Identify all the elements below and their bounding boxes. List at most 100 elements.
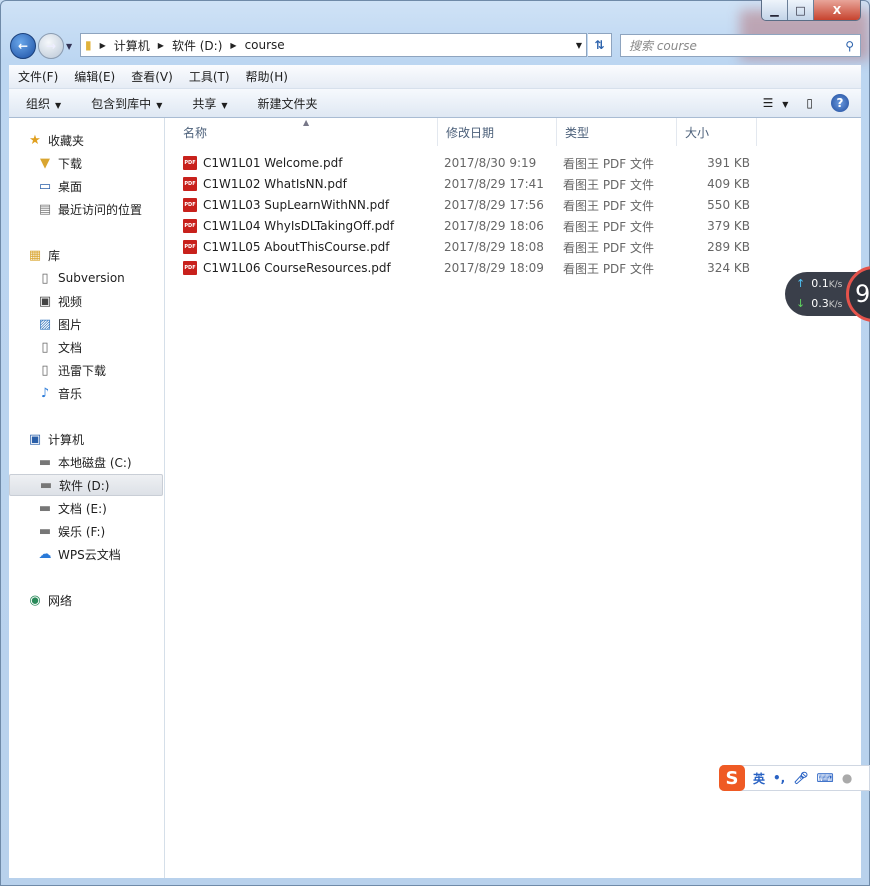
download-unit: K/s	[828, 300, 843, 310]
sidebar-item-label: 视频	[58, 294, 83, 309]
sidebar-item[interactable]: ▦ 库	[9, 244, 163, 266]
pdf-file-icon: PDF	[183, 156, 197, 170]
file-size: 379 KB	[707, 219, 750, 233]
network-icon: ◉	[29, 592, 41, 608]
file-row[interactable]: PDF C1W1L06 CourseResources.pdf 2017/8/29 …	[183, 258, 763, 278]
sidebar-item[interactable]: ◉ 网络	[9, 589, 163, 611]
breadcrumb-drive[interactable]: 软件 (D:)	[172, 37, 222, 54]
sidebar-item-label: 音乐	[58, 386, 83, 401]
share-button[interactable]: 共享 ▼	[192, 95, 227, 112]
menu-file[interactable]: 文件(F)	[18, 68, 58, 85]
close-button[interactable]: X	[814, 0, 860, 20]
breadcrumb-separator[interactable]: ▶	[230, 41, 236, 50]
file-row[interactable]: PDF C1W1L03 SupLearnWithNN.pdf 2017/8/29 1…	[183, 195, 763, 215]
column-header-size[interactable]: 大小	[677, 118, 757, 146]
sidebar-item[interactable]: ▬ 文档 (E:)	[9, 497, 163, 519]
document-icon: ▯	[41, 362, 49, 378]
sidebar-item[interactable]: ▬ 娱乐 (F:)	[9, 520, 163, 542]
help-button[interactable]: ?	[831, 94, 849, 112]
file-date: 2017/8/29 17:56	[444, 198, 544, 212]
file-date: 2017/8/29 18:06	[444, 219, 544, 233]
forward-button[interactable]: →	[38, 33, 64, 59]
sidebar-item-label: 文档	[58, 340, 83, 355]
column-header-name[interactable]: 名称	[175, 118, 438, 146]
drive-icon: ▬	[38, 523, 52, 539]
cloud-icon: ☁	[38, 546, 52, 562]
drive-icon: ▬	[38, 454, 52, 470]
sidebar-item[interactable]: ▬ 软件 (D:)	[9, 474, 163, 496]
sidebar-item-label: 迅雷下载	[58, 363, 107, 378]
sidebar-item-label: 计算机	[48, 432, 85, 447]
search-input[interactable]: 搜索 course ⚲	[620, 34, 861, 57]
recent-icon: ▤	[38, 201, 52, 217]
file-size: 324 KB	[707, 261, 750, 275]
sidebar-item[interactable]: ▤ 最近访问的位置	[9, 198, 163, 220]
file-type: 看图王 PDF 文件	[563, 198, 655, 213]
sidebar-item[interactable]: ▨ 图片	[9, 313, 163, 335]
recent-pages-dropdown[interactable]: ▼	[66, 42, 72, 51]
maximize-button[interactable]: □	[788, 0, 814, 20]
sidebar-item[interactable]: ▣ 视频	[9, 290, 163, 312]
file-size: 391 KB	[707, 156, 750, 170]
search-placeholder: 搜索 course	[629, 39, 697, 53]
picture-icon: ▨	[38, 316, 52, 332]
search-icon[interactable]: ⚲	[845, 39, 854, 53]
breadcrumb-separator[interactable]: ▶	[100, 41, 106, 50]
file-size: 289 KB	[707, 240, 750, 254]
sidebar-item[interactable]: ☁ WPS云文档	[9, 543, 163, 565]
sidebar-item[interactable]: ♪ 音乐	[9, 382, 163, 404]
sidebar-item-label: 图片	[58, 317, 83, 332]
sidebar-item[interactable]: ▣ 计算机	[9, 428, 163, 450]
column-header-date[interactable]: 修改日期	[438, 118, 557, 146]
include-label: 包含到库中	[91, 96, 152, 111]
address-bar[interactable]: ▮ ▶ 计算机 ▶ 软件 (D:) ▶ course ▼	[80, 33, 587, 57]
menu-edit[interactable]: 编辑(E)	[74, 68, 115, 85]
organize-button[interactable]: 组织 ▼	[26, 95, 61, 112]
file-row[interactable]: PDF C1W1L05 AboutThisCourse.pdf 2017/8/29 …	[183, 237, 763, 257]
ime-punctuation-toggle[interactable]: •,	[773, 771, 785, 785]
menu-view[interactable]: 查看(V)	[131, 68, 173, 85]
music-icon: ♪	[40, 385, 50, 401]
sidebar-item-label: 文档 (E:)	[58, 501, 107, 516]
microphone-icon[interactable]: 🎤︎	[793, 771, 808, 785]
back-button[interactable]: ←	[10, 33, 36, 59]
menu-tools[interactable]: 工具(T)	[189, 68, 230, 85]
file-row[interactable]: PDF C1W1L04 WhyIsDLTakingOff.pdf 2017/8/29…	[183, 216, 763, 236]
breadcrumb-separator[interactable]: ▶	[158, 41, 164, 50]
file-date: 2017/8/29 17:41	[444, 177, 544, 191]
file-name: C1W1L03 SupLearnWithNN.pdf	[203, 198, 390, 212]
video-icon: ▣	[38, 293, 52, 309]
include-in-library-button[interactable]: 包含到库中 ▼	[91, 95, 162, 112]
drive-icon: ▬	[39, 477, 53, 493]
share-label: 共享	[192, 96, 217, 111]
preview-pane-button[interactable]: ▯	[806, 96, 813, 110]
menu-help[interactable]: 帮助(H)	[246, 68, 288, 85]
sidebar-item[interactable]: ▼ 下载	[9, 152, 163, 174]
keyboard-icon[interactable]: ⌨	[816, 771, 833, 785]
sogou-logo-icon[interactable]: S	[719, 765, 745, 791]
breadcrumb-computer[interactable]: 计算机	[114, 37, 150, 54]
breadcrumb-course[interactable]: course	[245, 38, 285, 52]
sidebar-item[interactable]: ▬ 本地磁盘 (C:)	[9, 451, 163, 473]
minimize-button[interactable]: ▁	[762, 0, 788, 20]
desktop-icon: ▭	[38, 178, 52, 194]
file-row[interactable]: PDF C1W1L01 Welcome.pdf 2017/8/30 9:19 看图王 …	[183, 153, 763, 173]
file-row[interactable]: PDF C1W1L02 WhatIsNN.pdf 2017/8/29 17:41 看图…	[183, 174, 763, 194]
new-folder-button[interactable]: 新建文件夹	[258, 95, 318, 112]
sidebar-item[interactable]: ★ 收藏夹	[9, 129, 163, 151]
file-name: C1W1L04 WhyIsDLTakingOff.pdf	[203, 219, 395, 233]
sidebar-item[interactable]: ▯ Subversion	[9, 267, 163, 289]
user-icon[interactable]: ●	[842, 771, 852, 785]
address-dropdown[interactable]: ▼	[576, 41, 582, 50]
sidebar-item-label: WPS云文档	[58, 547, 121, 562]
view-options-button[interactable]: ☰ ▼	[763, 96, 789, 110]
sidebar-item[interactable]: ▯ 文档	[9, 336, 163, 358]
refresh-button[interactable]: ⇅	[588, 33, 612, 57]
column-header-type[interactable]: 类型	[557, 118, 677, 146]
sidebar-item[interactable]: ▯ 迅雷下载	[9, 359, 163, 381]
sidebar-item[interactable]: ▭ 桌面	[9, 175, 163, 197]
ime-language-toggle[interactable]: 英	[753, 770, 765, 787]
sidebar-item-label: 桌面	[58, 179, 83, 194]
download-arrow-icon: ↓	[796, 297, 806, 310]
sidebar-item-label: 最近访问的位置	[58, 202, 143, 217]
